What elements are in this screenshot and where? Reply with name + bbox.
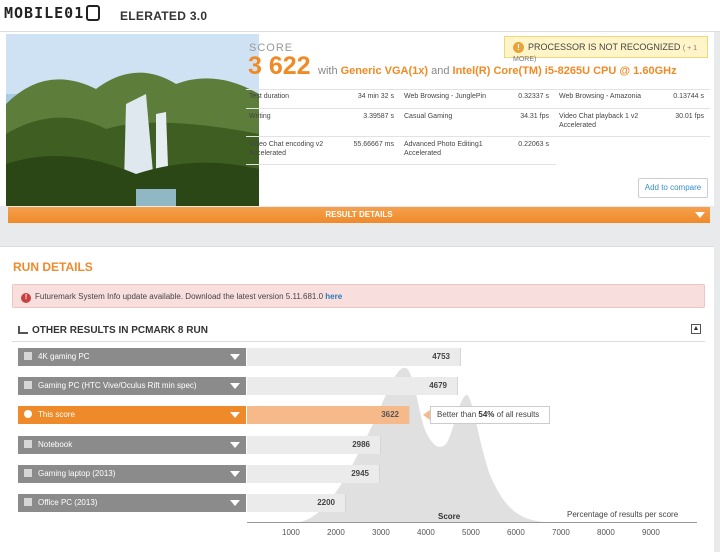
x-tick-label: 9000 [642, 528, 660, 537]
x-tick-label: 7000 [552, 528, 570, 537]
chevron-down-icon [695, 212, 705, 218]
stats-divider [246, 164, 556, 165]
score-bar: 2200 [247, 494, 346, 512]
comparison-label: Gaming laptop (2013) [38, 469, 116, 478]
stat-name: Advanced Photo Editing1 Accelerated [404, 141, 483, 157]
stat-value: 34 min 32 s [357, 93, 394, 100]
comparison-selector[interactable]: Notebook [18, 436, 246, 454]
y-axis-label: Percentage of results per score [567, 510, 679, 519]
cpu-name[interactable]: Intel(R) Core(TM) i5-8265U CPU @ 1.60GHz [453, 65, 677, 77]
x-tick-label: 3000 [372, 528, 390, 537]
stat-value: 0.13744 s [673, 93, 704, 100]
x-tick-label: 8000 [597, 528, 615, 537]
chevron-down-icon [230, 500, 240, 506]
benchmark-photo [6, 34, 259, 206]
comparison-label: Gaming PC (HTC Vive/Oculus Rift min spec… [38, 381, 197, 390]
score-value: 3 622 [248, 52, 311, 80]
add-to-compare-button[interactable]: Add to compare [638, 178, 708, 198]
processor-warning[interactable]: ! PROCESSOR IS NOT RECOGNIZED ( + 1 MORE) [504, 36, 708, 63]
stats-divider [246, 89, 710, 90]
site-logo: MOBILE01 [4, 4, 101, 22]
tooltip-before: Better than [437, 410, 477, 419]
comparison-selector[interactable]: This score [18, 406, 246, 424]
device-icon [24, 469, 32, 477]
chevron-down-icon [230, 383, 240, 389]
score-hardware: with Generic VGA(1x) and Intel(R) Core(T… [318, 65, 677, 77]
comparison-selector[interactable]: Gaming PC (HTC Vive/Oculus Rift min spec… [18, 377, 246, 395]
and-text: and [431, 65, 450, 77]
stat-name: Writing [249, 113, 271, 120]
stat-name: Web Browsing - JunglePin [404, 93, 486, 100]
benchmark-title: ELERATED 3.0 [120, 9, 208, 23]
other-results-title: OTHER RESULTS IN PCMARK 8 RUN [18, 325, 208, 336]
update-alert: ! Futuremark System Info update available… [12, 284, 705, 308]
score-bar: 2986 [247, 436, 381, 454]
result-details-label: RESULT DETAILS [325, 210, 393, 219]
x-axis-line [247, 522, 697, 523]
chevron-down-icon [230, 412, 240, 418]
stats-divider [246, 136, 710, 137]
x-axis-label: Score [438, 512, 461, 521]
chart-icon [18, 326, 28, 334]
x-tick-label: 5000 [462, 528, 480, 537]
comparison-selector[interactable]: Gaming laptop (2013) [18, 465, 246, 483]
collapse-button[interactable]: ▲ [691, 324, 701, 334]
score-bar: 4679 [247, 377, 458, 395]
stat-name: Test duration [249, 93, 290, 100]
site-logo-text: MOBILE01 [4, 4, 85, 22]
score-bar: 2945 [247, 465, 380, 483]
device-icon [24, 381, 32, 389]
result-card: SCORE 3 622 with Generic VGA(1x) and Int… [0, 32, 714, 206]
comparison-label: Notebook [38, 440, 73, 449]
device-icon [24, 352, 32, 360]
gpu-name[interactable]: Generic VGA(1x) [341, 65, 428, 77]
stat-value: 55.66667 ms [353, 141, 394, 148]
stat-name: Video Chat encoding v2 Accelerated [249, 141, 324, 157]
device-icon [24, 440, 32, 448]
download-link[interactable]: here [325, 292, 342, 301]
stat-name: Web Browsing - Amazonia [559, 93, 641, 100]
stat-value: 0.22063 s [518, 141, 549, 148]
stat-name: Casual Gaming [404, 113, 453, 120]
x-tick-label: 6000 [507, 528, 525, 537]
section-divider [12, 341, 705, 342]
logo-icon [86, 5, 101, 21]
comparison-label: 4K gaming PC [38, 352, 90, 361]
stat-value: 0.32337 s [518, 93, 549, 100]
comparison-label: Office PC (2013) [38, 498, 98, 507]
stat-value: 34.31 fps [520, 113, 549, 120]
x-tick-label: 4000 [417, 528, 435, 537]
x-tick-label: 2000 [327, 528, 345, 537]
result-details-bar[interactable]: RESULT DETAILS [8, 207, 710, 223]
chevron-down-icon [230, 354, 240, 360]
stat-value: 30.01 fps [675, 113, 704, 120]
device-icon [24, 498, 32, 506]
score-bar: 4753 [247, 348, 461, 366]
trophy-icon [24, 410, 32, 418]
title-bar: MOBILE01 ELERATED 3.0 [0, 0, 720, 32]
comparison-selector[interactable]: 4K gaming PC [18, 348, 246, 366]
with-text: with [318, 65, 338, 77]
other-results-label: OTHER RESULTS IN PCMARK 8 RUN [32, 325, 208, 336]
warning-icon: ! [513, 42, 524, 53]
stats-divider [246, 108, 710, 109]
x-tick-label: 1000 [282, 528, 300, 537]
alert-icon: ! [21, 293, 31, 303]
tooltip-arrow [423, 410, 430, 420]
warning-text: PROCESSOR IS NOT RECOGNIZED [528, 42, 681, 52]
chevron-down-icon [230, 471, 240, 477]
stat-value: 3.39587 s [363, 113, 394, 120]
comparison-label: This score [38, 410, 75, 419]
score-bar: 3622 [247, 406, 410, 424]
stat-name: Video Chat playback 1 v2 Accelerated [559, 113, 639, 129]
tooltip-after: of all results [496, 410, 540, 419]
alert-text: Futuremark System Info update available.… [35, 292, 324, 301]
chevron-down-icon [230, 442, 240, 448]
percentile-tooltip: Better than 54% of all results [430, 406, 550, 424]
tooltip-percent: 54% [478, 410, 495, 419]
comparison-selector[interactable]: Office PC (2013) [18, 494, 246, 512]
run-details-title: RUN DETAILS [13, 260, 93, 274]
